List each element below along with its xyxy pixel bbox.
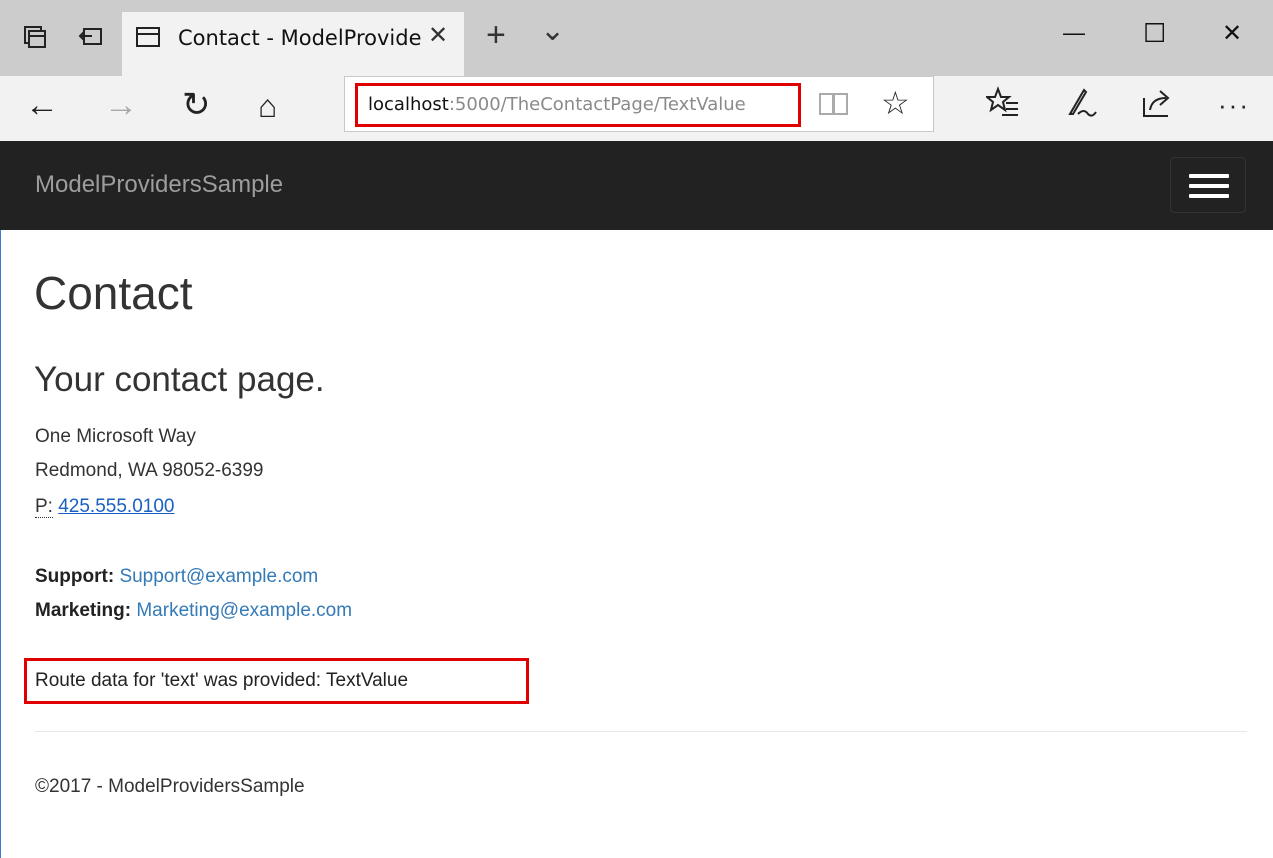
new-tab-icon[interactable]: + <box>486 18 506 52</box>
marketing-email-link[interactable]: Marketing@example.com <box>136 600 352 621</box>
phone-link[interactable]: 425.555.0100 <box>58 496 174 517</box>
address-bar[interactable]: localhost:5000/TheContactPage/TextValue … <box>344 76 934 132</box>
phone-label: P: <box>35 496 53 518</box>
page-content: Contact Your contact page. One Microsoft… <box>0 230 1273 858</box>
url-path: :5000/TheContactPage/TextValue <box>448 94 746 115</box>
address-line-2: Redmond, WA 98052-6399 <box>35 460 264 481</box>
url-highlight[interactable]: localhost:5000/TheContactPage/TextValue <box>355 83 801 127</box>
footer-text: ©2017 - ModelProvidersSample <box>35 776 305 797</box>
support-row: Support: Support@example.com <box>35 566 318 588</box>
tab-title: Contact - ModelProvide <box>178 26 422 50</box>
phone-row: P: 425.555.0100 <box>35 496 174 518</box>
more-menu-icon[interactable]: ··· <box>1218 92 1250 118</box>
tab-actions-icon[interactable] <box>22 24 50 52</box>
reading-view-icon[interactable] <box>819 93 849 115</box>
set-tabs-aside-icon[interactable] <box>78 24 106 52</box>
marketing-row: Marketing: Marketing@example.com <box>35 600 352 622</box>
favorite-star-icon[interactable]: ☆ <box>881 87 910 119</box>
minimize-button[interactable]: — <box>1063 22 1085 44</box>
navbar-toggle-button[interactable] <box>1170 157 1246 213</box>
route-data-message: Route data for 'text' was provided: Text… <box>24 658 529 704</box>
window-close-button[interactable]: ✕ <box>1222 22 1242 46</box>
support-label: Support: <box>35 566 115 587</box>
page-title: Contact <box>34 267 193 319</box>
site-brand-link[interactable]: ModelProvidersSample <box>35 171 283 199</box>
support-email-link[interactable]: Support@example.com <box>119 566 318 587</box>
browser-nav-bar: ← → ↻ ⌂ localhost:5000/TheContactPage/Te… <box>0 76 1273 141</box>
tab-close-icon[interactable]: ✕ <box>428 24 448 48</box>
address-line-1: One Microsoft Way <box>35 426 196 447</box>
marketing-label: Marketing: <box>35 600 132 621</box>
page-subtitle: Your contact page. <box>34 360 325 399</box>
url-host: localhost <box>368 94 449 115</box>
forward-button[interactable]: → <box>104 88 138 122</box>
hamburger-icon <box>1189 174 1229 178</box>
maximize-button[interactable]: ☐ <box>1143 20 1166 46</box>
chevron-down-icon[interactable]: ⌄ <box>540 16 565 46</box>
footer-divider <box>35 731 1247 732</box>
back-button[interactable]: ← <box>25 88 59 122</box>
favorites-hub-icon[interactable] <box>984 86 1020 124</box>
site-navbar: ModelProvidersSample <box>0 141 1273 230</box>
browser-tab-active[interactable]: Contact - ModelProvide ✕ <box>122 12 464 76</box>
share-icon[interactable] <box>1140 86 1174 124</box>
page-icon <box>136 27 160 47</box>
refresh-button[interactable]: ↻ <box>182 88 211 122</box>
home-button[interactable]: ⌂ <box>258 90 277 122</box>
web-note-icon[interactable] <box>1064 86 1098 124</box>
browser-title-bar: Contact - ModelProvide ✕ + ⌄ — ☐ ✕ <box>0 0 1273 76</box>
